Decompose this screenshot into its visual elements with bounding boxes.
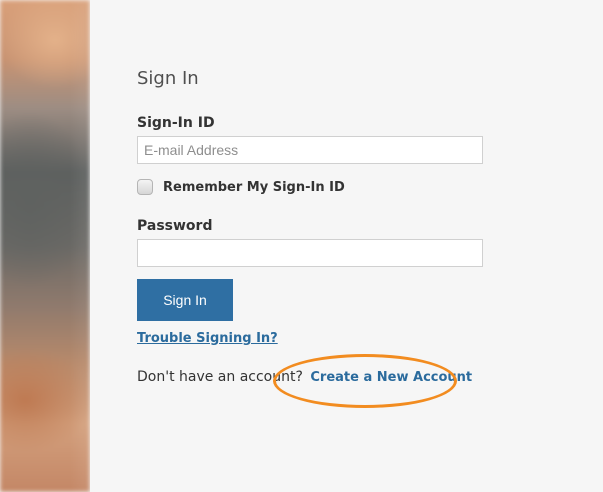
create-account-link[interactable]: Create a New Account — [310, 370, 472, 385]
signin-panel: Sign In Sign-In ID Remember My Sign-In I… — [90, 0, 603, 492]
remember-row[interactable]: Remember My Sign-In ID — [137, 179, 345, 195]
email-field[interactable] — [137, 136, 483, 164]
signin-button[interactable]: Sign In — [137, 279, 233, 321]
remember-checkbox[interactable] — [137, 179, 153, 195]
password-label: Password — [137, 218, 213, 234]
account-row: Don't have an account? Create a New Acco… — [137, 369, 472, 385]
signin-id-label: Sign-In ID — [137, 115, 215, 131]
trouble-signing-in-link[interactable]: Trouble Signing In? — [137, 331, 278, 346]
remember-label: Remember My Sign-In ID — [163, 179, 345, 195]
photo-edge-shade — [70, 0, 90, 492]
page-title: Sign In — [137, 68, 199, 89]
account-prompt: Don't have an account? — [137, 369, 303, 385]
password-field[interactable] — [137, 239, 483, 267]
